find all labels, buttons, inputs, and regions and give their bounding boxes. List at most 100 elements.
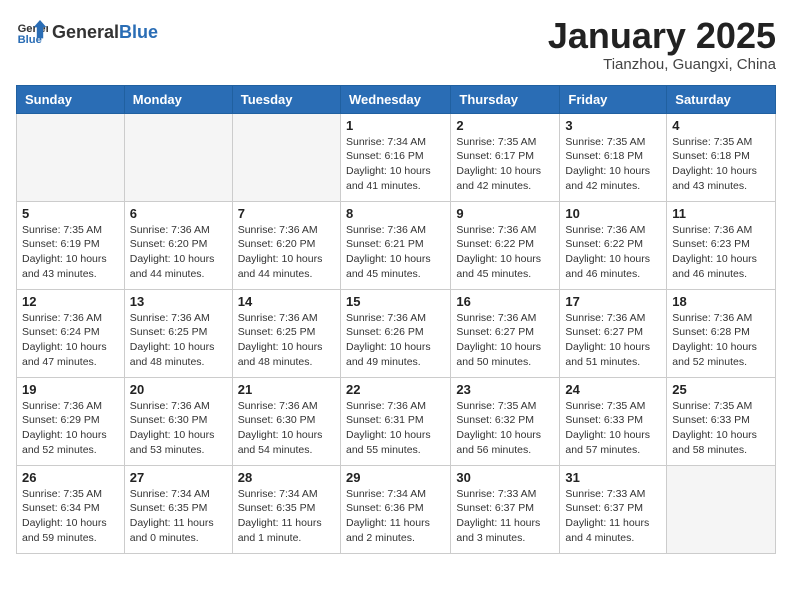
calendar-cell: 21 Sunrise: 7:36 AM Sunset: 6:30 PM Dayli… <box>232 377 340 465</box>
calendar-header-row: SundayMondayTuesdayWednesdayThursdayFrid… <box>17 85 776 113</box>
day-number: 5 <box>22 206 119 221</box>
calendar-header-friday: Friday <box>560 85 667 113</box>
calendar-cell: 14 Sunrise: 7:36 AM Sunset: 6:25 PM Dayli… <box>232 289 340 377</box>
calendar-cell: 27 Sunrise: 7:34 AM Sunset: 6:35 PM Dayli… <box>124 465 232 553</box>
day-info: Sunrise: 7:35 AM Sunset: 6:19 PM Dayligh… <box>22 223 119 282</box>
day-number: 10 <box>565 206 661 221</box>
day-number: 31 <box>565 470 661 485</box>
day-number: 30 <box>456 470 554 485</box>
calendar-cell: 7 Sunrise: 7:36 AM Sunset: 6:20 PM Daylig… <box>232 201 340 289</box>
calendar-cell: 6Sunrise: 7:36 AM Sunset: 6:20 PM Daylig… <box>124 201 232 289</box>
day-info: Sunrise: 7:35 AM Sunset: 6:17 PM Dayligh… <box>456 135 554 194</box>
calendar-cell: 11 Sunrise: 7:36 AM Sunset: 6:23 PM Dayli… <box>667 201 776 289</box>
calendar-cell: 17Sunrise: 7:36 AM Sunset: 6:27 PM Dayli… <box>560 289 667 377</box>
calendar-cell: 26 Sunrise: 7:35 AM Sunset: 6:34 PM Dayli… <box>17 465 125 553</box>
day-number: 29 <box>346 470 445 485</box>
calendar-cell: 22 Sunrise: 7:36 AM Sunset: 6:31 PM Dayli… <box>340 377 450 465</box>
day-info: Sunrise: 7:36 AM Sunset: 6:23 PM Dayligh… <box>672 223 770 282</box>
calendar-cell: 18Sunrise: 7:36 AM Sunset: 6:28 PM Dayli… <box>667 289 776 377</box>
calendar-cell: 13Sunrise: 7:36 AM Sunset: 6:25 PM Dayli… <box>124 289 232 377</box>
location-subtitle: Tianzhou, Guangxi, China <box>548 56 776 73</box>
calendar-cell: 25 Sunrise: 7:35 AM Sunset: 6:33 PM Dayli… <box>667 377 776 465</box>
calendar-cell: 31 Sunrise: 7:33 AM Sunset: 6:37 PM Dayli… <box>560 465 667 553</box>
day-number: 24 <box>565 382 661 397</box>
day-number: 1 <box>346 118 445 133</box>
calendar-header-thursday: Thursday <box>451 85 560 113</box>
day-number: 8 <box>346 206 445 221</box>
calendar-header-tuesday: Tuesday <box>232 85 340 113</box>
calendar-header-sunday: Sunday <box>17 85 125 113</box>
day-info: Sunrise: 7:33 AM Sunset: 6:37 PM Dayligh… <box>565 487 661 546</box>
calendar-cell: 30Sunrise: 7:33 AM Sunset: 6:37 PM Dayli… <box>451 465 560 553</box>
day-number: 4 <box>672 118 770 133</box>
day-number: 11 <box>672 206 770 221</box>
day-info: Sunrise: 7:36 AM Sunset: 6:25 PM Dayligh… <box>238 311 335 370</box>
day-info: Sunrise: 7:36 AM Sunset: 6:20 PM Dayligh… <box>238 223 335 282</box>
day-number: 28 <box>238 470 335 485</box>
week-row-3: 12Sunrise: 7:36 AM Sunset: 6:24 PM Dayli… <box>17 289 776 377</box>
day-info: Sunrise: 7:35 AM Sunset: 6:34 PM Dayligh… <box>22 487 119 546</box>
day-info: Sunrise: 7:34 AM Sunset: 6:16 PM Dayligh… <box>346 135 445 194</box>
day-number: 20 <box>130 382 227 397</box>
day-number: 19 <box>22 382 119 397</box>
day-info: Sunrise: 7:36 AM Sunset: 6:30 PM Dayligh… <box>130 399 227 458</box>
calendar-cell: 19Sunrise: 7:36 AM Sunset: 6:29 PM Dayli… <box>17 377 125 465</box>
day-info: Sunrise: 7:34 AM Sunset: 6:35 PM Dayligh… <box>130 487 227 546</box>
day-number: 21 <box>238 382 335 397</box>
calendar-cell: 29 Sunrise: 7:34 AM Sunset: 6:36 PM Dayli… <box>340 465 450 553</box>
calendar-cell: 9 Sunrise: 7:36 AM Sunset: 6:22 PM Daylig… <box>451 201 560 289</box>
calendar-cell: 20 Sunrise: 7:36 AM Sunset: 6:30 PM Dayli… <box>124 377 232 465</box>
day-number: 18 <box>672 294 770 309</box>
day-number: 17 <box>565 294 661 309</box>
day-number: 25 <box>672 382 770 397</box>
calendar-header-monday: Monday <box>124 85 232 113</box>
calendar-cell: 1 Sunrise: 7:34 AM Sunset: 6:16 PM Daylig… <box>340 113 450 201</box>
day-info: Sunrise: 7:36 AM Sunset: 6:22 PM Dayligh… <box>565 223 661 282</box>
day-info: Sunrise: 7:34 AM Sunset: 6:36 PM Dayligh… <box>346 487 445 546</box>
day-number: 14 <box>238 294 335 309</box>
day-info: Sunrise: 7:35 AM Sunset: 6:18 PM Dayligh… <box>565 135 661 194</box>
day-number: 13 <box>130 294 227 309</box>
day-info: Sunrise: 7:36 AM Sunset: 6:22 PM Dayligh… <box>456 223 554 282</box>
day-info: Sunrise: 7:36 AM Sunset: 6:26 PM Dayligh… <box>346 311 445 370</box>
calendar-header-wednesday: Wednesday <box>340 85 450 113</box>
calendar-cell: 28Sunrise: 7:34 AM Sunset: 6:35 PM Dayli… <box>232 465 340 553</box>
week-row-4: 19Sunrise: 7:36 AM Sunset: 6:29 PM Dayli… <box>17 377 776 465</box>
day-info: Sunrise: 7:35 AM Sunset: 6:18 PM Dayligh… <box>672 135 770 194</box>
calendar-cell: 4 Sunrise: 7:35 AM Sunset: 6:18 PM Daylig… <box>667 113 776 201</box>
calendar-header-saturday: Saturday <box>667 85 776 113</box>
logo-general-text: General <box>52 22 119 43</box>
week-row-1: 1 Sunrise: 7:34 AM Sunset: 6:16 PM Daylig… <box>17 113 776 201</box>
day-number: 12 <box>22 294 119 309</box>
calendar-cell: 10 Sunrise: 7:36 AM Sunset: 6:22 PM Dayli… <box>560 201 667 289</box>
calendar-cell: 24Sunrise: 7:35 AM Sunset: 6:33 PM Dayli… <box>560 377 667 465</box>
logo-icon: General Blue <box>16 16 48 48</box>
day-number: 15 <box>346 294 445 309</box>
calendar-table: SundayMondayTuesdayWednesdayThursdayFrid… <box>16 85 776 554</box>
day-number: 23 <box>456 382 554 397</box>
calendar-cell: 5 Sunrise: 7:35 AM Sunset: 6:19 PM Daylig… <box>17 201 125 289</box>
day-info: Sunrise: 7:36 AM Sunset: 6:31 PM Dayligh… <box>346 399 445 458</box>
calendar-cell: 3Sunrise: 7:35 AM Sunset: 6:18 PM Daylig… <box>560 113 667 201</box>
calendar-cell: 15 Sunrise: 7:36 AM Sunset: 6:26 PM Dayli… <box>340 289 450 377</box>
calendar-cell <box>17 113 125 201</box>
day-info: Sunrise: 7:35 AM Sunset: 6:33 PM Dayligh… <box>672 399 770 458</box>
day-number: 26 <box>22 470 119 485</box>
day-info: Sunrise: 7:35 AM Sunset: 6:32 PM Dayligh… <box>456 399 554 458</box>
calendar-cell: 8Sunrise: 7:36 AM Sunset: 6:21 PM Daylig… <box>340 201 450 289</box>
week-row-5: 26 Sunrise: 7:35 AM Sunset: 6:34 PM Dayli… <box>17 465 776 553</box>
day-number: 16 <box>456 294 554 309</box>
day-number: 7 <box>238 206 335 221</box>
calendar-cell <box>667 465 776 553</box>
calendar-cell: 2 Sunrise: 7:35 AM Sunset: 6:17 PM Daylig… <box>451 113 560 201</box>
day-number: 27 <box>130 470 227 485</box>
day-number: 9 <box>456 206 554 221</box>
month-title: January 2025 <box>548 16 776 56</box>
day-number: 2 <box>456 118 554 133</box>
day-number: 6 <box>130 206 227 221</box>
calendar-cell <box>124 113 232 201</box>
day-number: 22 <box>346 382 445 397</box>
calendar-cell: 12Sunrise: 7:36 AM Sunset: 6:24 PM Dayli… <box>17 289 125 377</box>
calendar-cell: 23 Sunrise: 7:35 AM Sunset: 6:32 PM Dayli… <box>451 377 560 465</box>
day-info: Sunrise: 7:36 AM Sunset: 6:30 PM Dayligh… <box>238 399 335 458</box>
